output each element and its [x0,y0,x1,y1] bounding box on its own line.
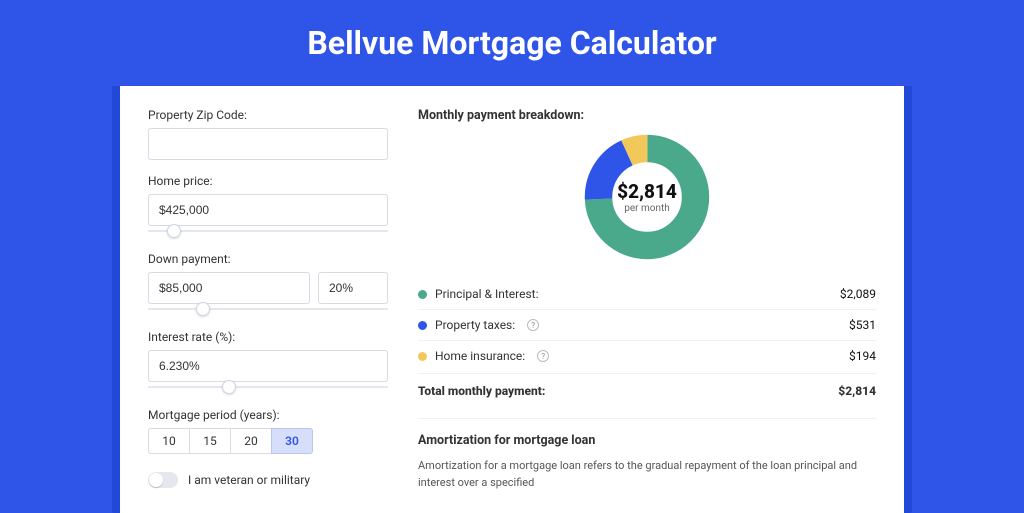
home-price-input[interactable] [148,194,388,226]
veteran-row: I am veteran or military [148,472,388,488]
veteran-toggle[interactable] [148,472,178,488]
interest-rate-slider[interactable] [148,380,388,394]
legend-label: Property taxes: [435,318,515,332]
home-price-slider[interactable] [148,224,388,238]
legend-dot [418,352,427,361]
legend-value: $194 [849,349,876,363]
page-title: Bellvue Mortgage Calculator [307,24,716,62]
card-shadow: Property Zip Code: Home price: Down paym… [112,86,912,513]
legend-row: Property taxes:? $531 [418,310,876,341]
down-payment-slider-thumb[interactable] [196,302,210,316]
breakdown-title: Monthly payment breakdown: [418,108,876,123]
period-label: Mortgage period (years): [148,408,388,422]
interest-rate-slider-thumb[interactable] [222,380,236,394]
period-option-30[interactable]: 30 [271,428,313,454]
field-period: Mortgage period (years): 10152030 [148,408,388,454]
veteran-label: I am veteran or military [188,473,310,487]
donut-chart-wrap: $2,814 per month [418,133,876,261]
legend-label: Home insurance: [435,349,525,363]
total-value: $2,814 [838,384,876,398]
help-icon[interactable]: ? [537,350,549,362]
donut-center-sub: per month [617,203,677,214]
period-option-20[interactable]: 20 [230,428,272,454]
donut-center: $2,814 per month [617,180,677,214]
interest-rate-input[interactable] [148,350,388,382]
field-down-payment: Down payment: [148,252,388,316]
total-label: Total monthly payment: [418,384,545,398]
amortization-title: Amortization for mortgage loan [418,433,876,448]
home-price-label: Home price: [148,174,388,188]
legend-row: Principal & Interest: $2,089 [418,279,876,310]
field-interest-rate: Interest rate (%): [148,330,388,394]
legend-dot [418,321,427,330]
down-payment-amount-input[interactable] [148,272,310,304]
field-zip: Property Zip Code: [148,108,388,160]
total-row: Total monthly payment: $2,814 [418,373,876,410]
zip-label: Property Zip Code: [148,108,388,122]
legend-value: $531 [849,318,876,332]
down-payment-slider[interactable] [148,302,388,316]
field-home-price: Home price: [148,174,388,238]
help-icon[interactable]: ? [527,319,539,331]
amortization-section: Amortization for mortgage loan Amortizat… [418,418,876,491]
down-payment-label: Down payment: [148,252,388,266]
legend-row: Home insurance:? $194 [418,341,876,371]
period-option-10[interactable]: 10 [148,428,190,454]
interest-rate-label: Interest rate (%): [148,330,388,344]
zip-input[interactable] [148,128,388,160]
form-column: Property Zip Code: Home price: Down paym… [148,108,388,491]
legend-value: $2,089 [840,287,876,301]
calculator-card: Property Zip Code: Home price: Down paym… [120,86,904,513]
period-option-15[interactable]: 15 [189,428,231,454]
amortization-text: Amortization for a mortgage loan refers … [418,458,876,491]
veteran-toggle-knob [149,473,163,487]
down-payment-percent-input[interactable] [318,272,388,304]
home-price-slider-thumb[interactable] [167,224,181,238]
legend-dot [418,290,427,299]
breakdown-column: Monthly payment breakdown: $2,814 per mo… [418,108,876,491]
legend-label: Principal & Interest: [435,287,539,301]
donut-center-value: $2,814 [617,180,677,203]
